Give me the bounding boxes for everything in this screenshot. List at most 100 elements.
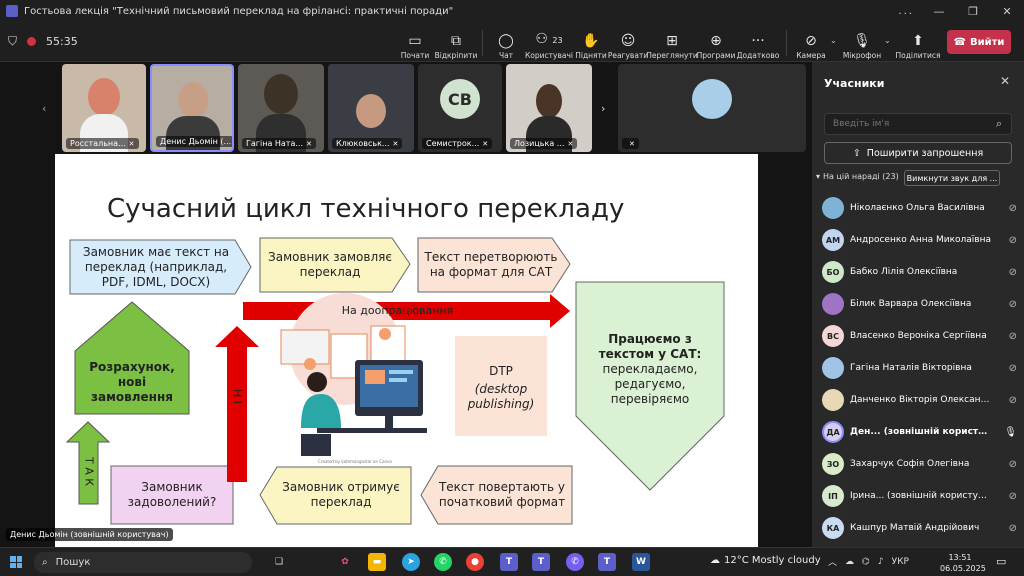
video-tile[interactable]: СВ Семистрок... ✕	[418, 64, 502, 152]
camera-button[interactable]: ⊘ Камера	[794, 26, 828, 60]
avatar: ІП	[822, 485, 844, 507]
unpin-button[interactable]: ⧉ Відкріпити	[435, 26, 478, 60]
avatar	[822, 293, 844, 315]
mic-muted-icon: ⊘	[1008, 458, 1017, 470]
box4-text: Працюємо з текстом у САТ: перекладаємо, …	[579, 324, 721, 414]
notifications-icon[interactable]: ▭	[996, 555, 1006, 568]
teams-icon[interactable]: T	[532, 553, 550, 571]
teams-meeting-icon[interactable]: T	[598, 553, 616, 571]
share-invite-button[interactable]: ⇪ Поширити запрошення	[824, 142, 1012, 164]
participant-row[interactable]: КА Кашпур Матвій Андрійович ⊘	[822, 514, 1017, 542]
viber-icon[interactable]: ✆	[566, 553, 584, 571]
box4-heading: Працюємо з текстом у САТ:	[598, 331, 702, 361]
share-button[interactable]: ⬆ Поділитися	[895, 26, 940, 60]
video-tile[interactable]: Росстальна... ✕	[62, 64, 146, 152]
mic-on-icon: 🎙	[1004, 426, 1017, 438]
participant-name: Власенко Вероніка Сергіївна	[850, 331, 987, 341]
app-icon[interactable]: ✿	[336, 553, 354, 571]
mic-muted-icon: ✕	[567, 140, 574, 148]
mic-options-chevron-icon[interactable]: ⌄	[884, 36, 891, 45]
raise-hand-button[interactable]: ✋ Підняти	[575, 26, 607, 60]
teams-logo-icon	[6, 5, 18, 17]
participant-video	[88, 78, 120, 116]
mic-muted-icon: ✕	[128, 140, 135, 148]
weather-widget[interactable]: ☁ 12°C Mostly cloudy	[710, 555, 821, 566]
telegram-icon[interactable]: ➤	[402, 553, 420, 571]
maximize-icon[interactable]: ❐	[956, 5, 990, 18]
language-indicator[interactable]: УКР	[892, 557, 909, 567]
meeting-timer: 55:35	[46, 35, 78, 48]
participant-row[interactable]: Білик Варвара Олексіївна ⊘	[822, 290, 1017, 318]
mic-off-icon: 🎙	[853, 33, 871, 49]
participant-row[interactable]: Данченко Вікторія Олександ... ⊘	[822, 386, 1017, 414]
microphone-button[interactable]: 🎙 Мікрофон	[842, 26, 882, 60]
weather-icon: ☁	[710, 555, 720, 566]
react-button[interactable]: ☺ Реагувати	[608, 26, 648, 60]
in-meeting-header[interactable]: ▾ На цій нараді (23)	[816, 172, 899, 181]
participant-name: Андросенко Анна Миколаївна	[850, 235, 991, 245]
video-tile[interactable]: ✕	[618, 64, 806, 152]
clock-date: 06.05.2025	[940, 564, 986, 573]
participant-row[interactable]: Гагіна Наталія Вікторівна ⊘	[822, 354, 1017, 382]
onedrive-icon[interactable]: ☁	[845, 557, 854, 567]
prev-tiles-icon[interactable]: ‹	[42, 102, 46, 115]
box6-text: Замовник отримує переклад	[282, 480, 400, 509]
view-button[interactable]: ⊞ Переглянути	[646, 26, 697, 60]
clock[interactable]: 13:51 06.05.2025	[940, 552, 986, 574]
box4-body: перекладаємо, редагуємо, перевіряємо	[602, 361, 698, 406]
participant-name: Ден... (зовнішній користувач)	[850, 427, 992, 437]
participant-row[interactable]: БО Бабко Лілія Олексіївна ⊘	[822, 258, 1017, 286]
participant-row[interactable]: АМ Андросенко Анна Миколаївна ⊘	[822, 226, 1017, 254]
mic-muted-icon: ⊘	[1008, 330, 1017, 342]
camera-options-chevron-icon[interactable]: ⌄	[830, 36, 837, 45]
participant-video	[536, 84, 562, 118]
more-options-icon[interactable]: ...	[898, 6, 914, 17]
share-icon: ⬆	[912, 33, 924, 49]
panel-title: Учасники	[824, 77, 885, 90]
mute-all-button[interactable]: Вимкнути звук для ...	[904, 170, 1000, 186]
participant-name: Ніколаєнко Ольга Василівна	[850, 203, 985, 213]
video-tile[interactable]: Лозицька ... ✕	[506, 64, 592, 152]
chat-button[interactable]: ◯ Чат	[492, 26, 520, 60]
more-icon: ···	[751, 33, 765, 49]
participant-row[interactable]: Ніколаєнко Ольга Василівна ⊘	[822, 194, 1017, 222]
teams-icon[interactable]: T	[500, 553, 518, 571]
avatar: КА	[822, 517, 844, 539]
more-button[interactable]: ··· Додатково	[737, 26, 780, 60]
whatsapp-icon[interactable]: ✆	[434, 553, 452, 571]
video-tile[interactable]: Клюковськ... ✕	[328, 64, 414, 152]
file-explorer-icon[interactable]: ▬	[368, 553, 386, 571]
video-tile[interactable]: Гагіна Ната... ✕	[238, 64, 324, 152]
participant-row[interactable]: ВС Власенко Вероніка Сергіївна ⊘	[822, 322, 1017, 350]
close-window-icon[interactable]: ✕	[990, 5, 1024, 18]
task-view-icon[interactable]: ❑	[270, 553, 288, 571]
close-panel-icon[interactable]: ✕	[1000, 74, 1010, 88]
mic-muted-icon: ✕	[392, 140, 399, 148]
mic-muted-icon: ✕	[482, 140, 489, 148]
minimize-icon[interactable]: —	[922, 5, 956, 18]
participant-name: Ірина... (зовнішній користувач)	[850, 491, 992, 501]
chevron-up-icon[interactable]: ︿	[828, 555, 837, 568]
avatar	[822, 389, 844, 411]
start-menu-icon[interactable]	[10, 556, 22, 568]
start-button[interactable]: ▭ Почати	[398, 26, 432, 60]
participant-name: Данченко Вікторія Олександ...	[850, 395, 992, 405]
taskbar-search[interactable]: ⌕ Пошук	[34, 552, 252, 573]
participant-row[interactable]: ЗО Захарчук Софія Олегівна ⊘	[822, 450, 1017, 478]
people-button[interactable]: ⚇ 23 Користувачі	[524, 26, 574, 64]
participant-row-speaking[interactable]: ДА Ден... (зовнішній користувач) 🎙	[822, 418, 1017, 446]
volume-icon[interactable]: ♪	[878, 557, 884, 567]
chrome-icon[interactable]: ●	[466, 553, 484, 571]
word-icon[interactable]: W	[632, 553, 650, 571]
leave-button[interactable]: ☎ Вийти	[947, 30, 1011, 54]
network-icon[interactable]: ⌬	[862, 557, 870, 567]
no-label: Н І	[230, 389, 244, 405]
next-tiles-icon[interactable]: ›	[601, 102, 605, 115]
participant-search-input[interactable]	[824, 113, 1012, 135]
taskbar: ⌕ Пошук ❑ ✿ ▬ ➤ ✆ ● T T ✆ T W ☁ 12°C Mos…	[0, 547, 1024, 576]
video-tile-active-speaker[interactable]: Денис Дьомін (...	[150, 64, 234, 152]
participant-row[interactable]: ІП Ірина... (зовнішній користувач) ⊘	[822, 482, 1017, 510]
avatar: ДА	[822, 421, 844, 443]
apps-button[interactable]: ⊕ Програми	[697, 26, 736, 60]
tile-name: Клюковськ...	[336, 139, 390, 148]
